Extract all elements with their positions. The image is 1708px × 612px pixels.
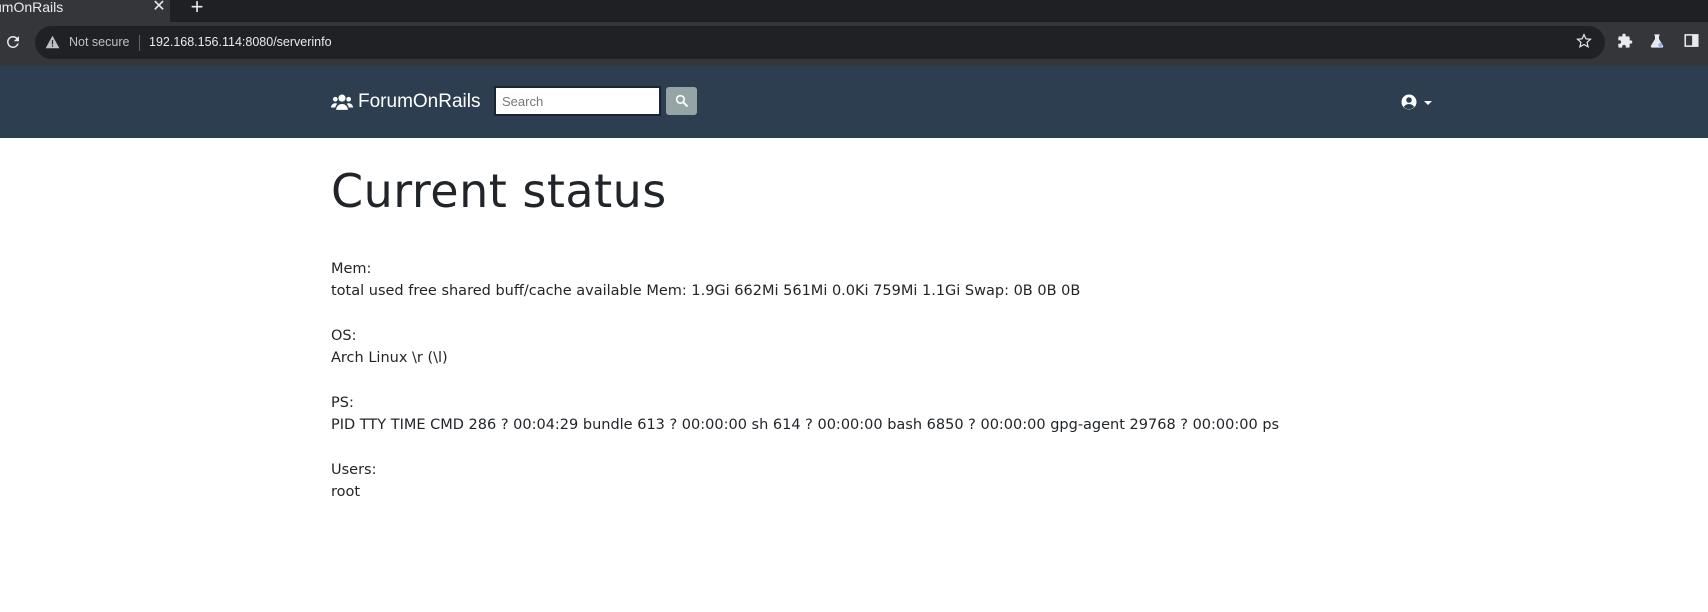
url-text[interactable]: 192.168.156.114:8080/serverinfo	[149, 35, 332, 49]
page-title: Current status	[331, 164, 667, 218]
users-value: root	[331, 484, 361, 500]
os-label: OS:	[331, 328, 357, 344]
new-tab-button[interactable]: +	[186, 0, 208, 20]
tab-title: umOnRails	[0, 0, 64, 15]
search-icon	[675, 94, 688, 107]
mem-label: Mem:	[331, 261, 372, 277]
security-status[interactable]: Not secure	[69, 35, 129, 49]
browser-toolbar: Not secure 192.168.156.114:8080/serverin…	[0, 22, 1708, 66]
site-navbar: ForumOnRails	[0, 66, 1708, 138]
bookmark-star-icon[interactable]	[1576, 33, 1594, 51]
search-input[interactable]	[494, 86, 661, 116]
account-dropdown[interactable]	[1400, 93, 1434, 111]
browser-tab[interactable]: umOnRails ✕	[0, 0, 170, 22]
chevron-down-icon	[1424, 101, 1432, 105]
puzzle-icon[interactable]	[1617, 33, 1637, 53]
brand-name: ForumOnRails	[358, 91, 481, 112]
users-icon	[331, 93, 353, 111]
reload-icon[interactable]	[4, 33, 24, 53]
browser-tab-strip: umOnRails ✕ +	[0, 0, 1708, 22]
ps-section: PS: PID TTY TIME CMD 286 ? 00:04:29 bund…	[331, 392, 1279, 436]
users-section: Users: root	[331, 459, 377, 503]
mem-section: Mem: total used free shared buff/cache a…	[331, 258, 1080, 302]
ps-value: PID TTY TIME CMD 286 ? 00:04:29 bundle 6…	[331, 417, 1280, 433]
side-panel-icon[interactable]	[1684, 33, 1704, 53]
search-button[interactable]	[666, 87, 697, 115]
flask-icon[interactable]	[1649, 33, 1669, 53]
tab-close-icon[interactable]: ✕	[150, 0, 168, 17]
warning-icon[interactable]	[45, 35, 61, 51]
omnibox-separator	[139, 35, 140, 51]
users-label: Users:	[331, 462, 377, 478]
mem-value: total used free shared buff/cache availa…	[331, 283, 1081, 299]
user-circle-icon	[1401, 94, 1417, 110]
address-bar[interactable]: Not secure 192.168.156.114:8080/serverin…	[35, 26, 1605, 59]
os-value: Arch Linux \r (\l)	[331, 350, 448, 366]
os-section: OS: Arch Linux \r (\l)	[331, 325, 448, 369]
ps-label: PS:	[331, 395, 354, 411]
